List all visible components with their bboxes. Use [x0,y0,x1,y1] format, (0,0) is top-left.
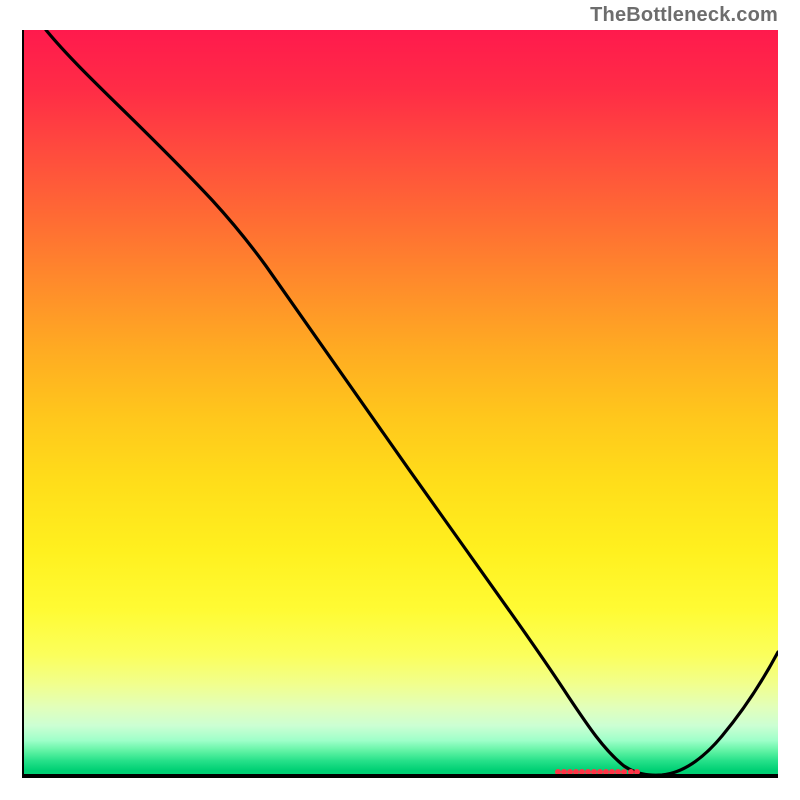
marker-dot [621,769,627,775]
marker-dot [634,769,640,775]
optimal-range-marker [555,769,640,776]
curve-layer [22,30,778,778]
plot-area [22,30,778,778]
attribution-label: TheBottleneck.com [590,4,778,27]
marker-dot [628,769,634,775]
bottleneck-curve-line [46,30,778,775]
chart-container: TheBottleneck.com [0,0,800,800]
